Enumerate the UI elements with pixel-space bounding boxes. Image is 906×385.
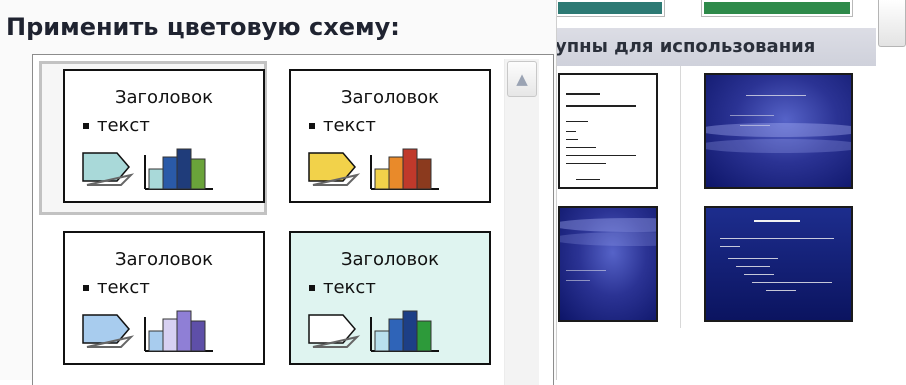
scheme-graphic (308, 310, 439, 352)
template-thumbnail-dark-blue[interactable] (704, 206, 853, 322)
panel-title: Применить цветовую схему: (6, 13, 400, 41)
scheme-graphic (82, 310, 213, 352)
template-thumbnail-blank[interactable] (558, 73, 658, 189)
bar-chart-icon (144, 148, 213, 190)
bar-chart-icon (144, 310, 213, 352)
scroll-up-button[interactable]: ▲ (507, 61, 537, 97)
scheme-graphic (308, 148, 439, 190)
template-thumbnail-blue-waves-2[interactable] (558, 206, 658, 322)
pane-scrollbar[interactable] (878, 0, 906, 47)
bar-chart-icon (370, 148, 439, 190)
color-scheme-3[interactable]: Заголовок текст (63, 231, 265, 365)
available-templates-heading: упны для использования (555, 36, 816, 57)
template-thumbnail-top-2[interactable] (702, 0, 852, 16)
template-thumbnail-top-1[interactable] (556, 0, 664, 16)
scheme-list-scrollbar[interactable]: ▲ (504, 59, 539, 385)
template-thumbnail-blue-waves[interactable] (704, 73, 853, 189)
color-scheme-2[interactable]: Заголовок текст (289, 69, 491, 203)
bar-chart-icon (370, 310, 439, 352)
color-scheme-4[interactable]: Заголовок текст (289, 231, 491, 365)
divider (680, 66, 681, 328)
color-scheme-1[interactable]: Заголовок текст (63, 69, 265, 203)
chevron-up-icon: ▲ (516, 69, 528, 88)
color-scheme-list: Заголовок текст Заголовок текст Заголово… (32, 54, 554, 385)
color-scheme-panel: Применить цветовую схему: Заголовок текс… (0, 0, 557, 385)
scheme-graphic (82, 148, 213, 190)
